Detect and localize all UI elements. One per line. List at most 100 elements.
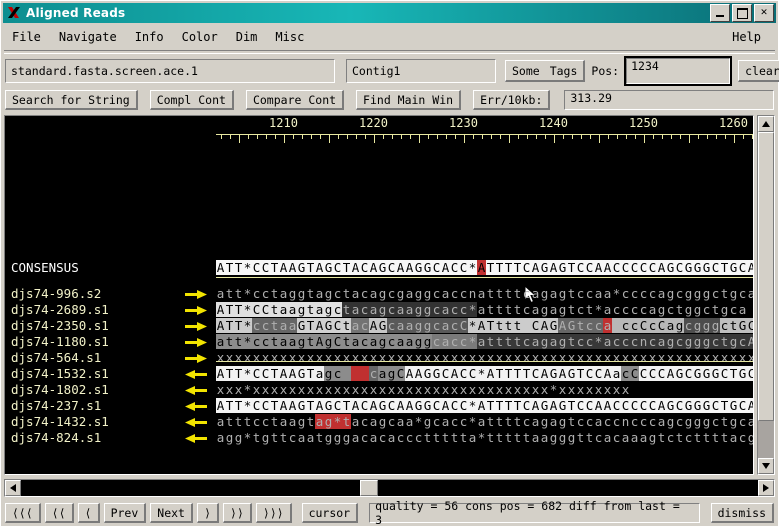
menu-item-info[interactable]: Info [126,28,173,46]
read-row[interactable]: xxxxxxxxxxxxxxxxxxxxxxxxxxxxxxxxxxxxxxxx… [5,350,753,366]
base: a [630,430,639,445]
vscroll-thumb[interactable] [758,132,774,421]
base: G [423,366,432,381]
pos-input[interactable]: 1234 [626,58,731,84]
base: a [216,414,225,429]
base: x [252,350,261,365]
base: c [252,334,261,349]
base: G [711,366,720,381]
hscroll-trough[interactable] [21,480,758,496]
search-for-string-button[interactable]: Search for String [5,90,138,110]
scroll-left-button[interactable] [5,480,21,496]
base: c [729,302,738,317]
menu-item-file[interactable]: File [3,28,50,46]
nav-forward-fast-button[interactable]: ⟩⟩ [222,503,252,523]
base: x [351,350,360,365]
base: x [666,350,675,365]
menu-item-help[interactable]: Help [723,28,770,46]
base: G [738,366,747,381]
maximize-button[interactable] [732,4,752,22]
base: x [702,350,711,365]
scroll-up-button[interactable] [758,116,774,132]
read-sequence: ATT*CCTAAGTagc cagCAAGGCACC*ATTTTCAGAGTC… [216,366,753,381]
vertical-scrollbar[interactable] [757,115,775,475]
base: x [747,350,753,365]
ruler-tick [697,135,699,139]
base: A [657,398,666,413]
base: g [324,430,333,445]
clear-button[interactable]: clear [738,60,779,82]
ruler-tick [274,135,276,139]
scroll-right-button[interactable] [758,480,774,496]
menu-item-color[interactable]: Color [173,28,227,46]
base: t [486,334,495,349]
base: * [468,414,477,429]
read-row[interactable]: agg*tgttcaatgggacacacccttttta*tttttaaggg… [5,430,753,446]
close-icon[interactable]: ✕ [754,4,774,22]
base: x [567,382,576,397]
menu-item-misc[interactable]: Misc [266,28,313,46]
base: g [693,318,702,333]
read-row[interactable]: att*cctaggtagctacagcgaggcaccnattttcagagt… [5,286,753,302]
base: * [468,302,477,317]
minimize-button[interactable] [710,4,730,22]
err-per-10kb-button[interactable]: Err/10kb: [473,90,551,110]
nav-last-button[interactable]: ⟩⟩⟩ [255,503,292,523]
vscroll-trough[interactable] [758,132,774,458]
base: c [378,430,387,445]
base: a [315,414,324,429]
horizontal-scrollbar[interactable] [4,479,775,497]
base: T [234,260,243,275]
read-row[interactable]: atttcctaagtag*tacagcaa*gcacc*attttcagagt… [5,414,753,430]
base: G [414,398,423,413]
contig-field[interactable]: Contig1 [346,59,496,83]
base: x [450,382,459,397]
read-sequence: ATT*cctaaGTAGCtacAGcaaggcacC*ATttt CAGAG… [216,318,753,333]
hscroll-thumb[interactable] [360,480,379,496]
read-row[interactable]: att*cctaagtAgCtacagcaaggcacc*attttcagagt… [5,334,753,350]
read-row[interactable]: ATT*CCTAAGTagc cagCAAGGCACC*ATTTTCAGAGTC… [5,366,753,382]
menu-item-navigate[interactable]: Navigate [50,28,126,46]
read-row[interactable]: ATT*CCTAAGTAGCTACAGCAAGGCACC*ATTTTCAGAGT… [5,398,753,414]
read-row[interactable]: xxx*xxxxxxxxxxxxxxxxxxxxxxxxxxxxxxxxx*xx… [5,382,753,398]
base: c [387,302,396,317]
compare-cont-button[interactable]: Compare Cont [245,90,345,110]
base: G [666,398,675,413]
base: x [477,350,486,365]
base: A [603,398,612,413]
base: n [639,334,648,349]
nav-back-fast-button[interactable]: ⟨⟨ [44,503,74,523]
dismiss-button[interactable]: dismiss [710,503,775,523]
base: x [468,350,477,365]
base: c [576,302,585,317]
ruler-baseline [216,134,753,135]
base: G [567,318,576,333]
base: t [495,318,504,333]
menu-item-dim[interactable]: Dim [227,28,267,46]
nav-forward-button[interactable]: ⟩ [196,503,219,523]
ruler-tick [220,135,222,139]
filename-field[interactable]: standard.fasta.screen.ace.1 [5,59,335,83]
ruler-tick [733,135,735,143]
nav-prev-button[interactable]: Prev [103,503,147,523]
nav-next-button[interactable]: Next [150,503,193,523]
base: x [405,382,414,397]
x-app-icon [6,5,22,21]
base: a [288,318,297,333]
read-row[interactable]: ATT*cctaaGTAGCtacAGcaaggcacC*ATttt CAGAG… [5,318,753,334]
read-row[interactable]: ATT*CCtaagtagctacagcaaggcacc*attttcagagt… [5,302,753,318]
base: c [594,430,603,445]
find-main-win-button[interactable]: Find Main Win [356,90,462,110]
base: c [360,286,369,301]
alignment-canvas[interactable]: 1210 1220 1230 1240 1250 1260 CONSENSUS ATT*CC… [4,115,754,475]
some-tags-button[interactable]: Some Tags [505,60,586,82]
nav-back-button[interactable]: ⟨ [77,503,100,523]
scroll-down-button[interactable] [758,458,774,474]
cursor-button[interactable]: cursor [301,503,359,523]
base: C [612,398,621,413]
base: g [720,302,729,317]
base: G [378,260,387,275]
nav-first-button[interactable]: ⟨⟨⟨ [5,503,41,523]
compl-cont-button[interactable]: Compl Cont [149,90,234,110]
base: g [684,414,693,429]
